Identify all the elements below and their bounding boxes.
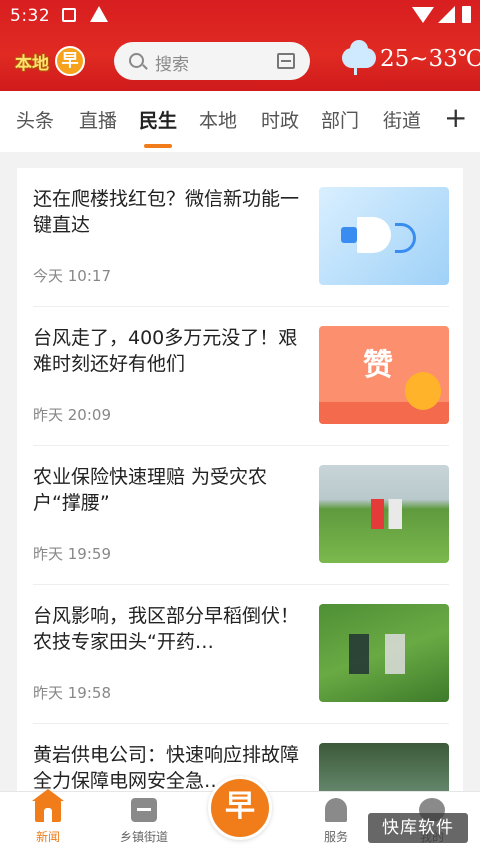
news-title: 还在爬楼找红包？微信新功能一键直达 — [33, 188, 300, 236]
news-title: 农业保险快速理赔 为受灾农户“撑腰” — [33, 466, 268, 514]
people-figures — [349, 634, 429, 674]
add-tab-icon[interactable]: + — [444, 101, 467, 134]
town-icon — [131, 798, 157, 822]
nav-town[interactable]: 乡镇街道 — [104, 798, 184, 845]
news-list: 还在爬楼找红包？微信新功能一键直达 今天 10:17 台风走了，400多万元没了… — [17, 168, 463, 808]
tab-local[interactable]: 本地 — [199, 106, 237, 133]
rain-drop-icon — [354, 68, 357, 75]
news-item[interactable]: 台风影响，我区部分早稻倒伏！农技专家田头“开药… 昨天 19:58 — [17, 585, 463, 724]
news-title: 台风走了，400多万元没了！艰难时刻还好有他们 — [33, 327, 298, 375]
tab-headlines[interactable]: 头条 — [16, 106, 54, 133]
field-experts-thumbnail — [319, 604, 449, 702]
tab-departments[interactable]: 部门 — [321, 106, 359, 133]
warning-icon — [90, 6, 108, 22]
news-time: 昨天 19:59 — [33, 545, 111, 563]
nav-news[interactable]: 新闻 — [8, 789, 88, 845]
active-tab-indicator — [144, 144, 172, 148]
channel-tabs: 头条 直播 民生 本地 时政 部门 街道 + — [0, 91, 480, 152]
megaphone-thumbnail — [319, 187, 449, 285]
bell-icon — [325, 798, 347, 822]
home-icon — [32, 789, 64, 822]
news-time: 今天 10:17 — [33, 267, 111, 285]
nav-service[interactable]: 服务 — [296, 798, 376, 845]
news-time: 昨天 20:09 — [33, 406, 111, 424]
center-morning-button[interactable]: 早 — [208, 776, 272, 840]
orange-mascot-icon — [405, 372, 441, 410]
tab-livelihood[interactable]: 民生 — [139, 106, 177, 133]
like-thumbnail: 赞 — [319, 326, 449, 424]
news-time: 昨天 19:58 — [33, 684, 111, 702]
news-item[interactable]: 农业保险快速理赔 为受灾农户“撑腰” 昨天 19:59 — [17, 446, 463, 585]
signal-icon — [438, 6, 455, 23]
logo-text: 本地 — [15, 54, 49, 74]
wifi-icon — [412, 7, 434, 23]
notification-icon — [62, 8, 76, 22]
news-item[interactable]: 还在爬楼找红包？微信新功能一键直达 今天 10:17 — [17, 168, 463, 307]
rice-field-thumbnail — [319, 465, 449, 563]
app-logo: 本地 早 — [15, 44, 85, 78]
rain-cloud-icon — [342, 40, 376, 68]
status-bar: 5:32 — [0, 0, 480, 32]
nav-news-label: 新闻 — [35, 830, 60, 844]
tab-live[interactable]: 直播 — [79, 106, 117, 133]
news-item[interactable]: 台风走了，400多万元没了！艰难时刻还好有他们 昨天 20:09 赞 — [17, 307, 463, 446]
battery-icon — [462, 6, 471, 23]
tab-streets[interactable]: 街道 — [383, 106, 421, 133]
scan-icon[interactable] — [277, 53, 295, 69]
nav-town-label: 乡镇街道 — [119, 830, 168, 844]
nav-service-label: 服务 — [323, 830, 348, 844]
tab-politics[interactable]: 时政 — [261, 106, 299, 133]
weather-temperature: 25~33℃ — [380, 46, 480, 72]
watermark: 快库软件 — [368, 813, 468, 843]
like-text: 赞 — [363, 348, 393, 383]
search-bar[interactable]: 搜索 — [114, 42, 310, 80]
status-time: 5:32 — [10, 6, 51, 26]
logo-badge: 早 — [55, 46, 85, 76]
search-placeholder: 搜索 — [155, 55, 189, 75]
people-figures — [371, 499, 415, 529]
megaphone-icon — [341, 217, 416, 253]
app-header: 5:32 本地 早 搜索 25~33℃ — [0, 0, 480, 91]
search-icon — [129, 53, 144, 68]
news-title: 台风影响，我区部分早稻倒伏！农技专家田头“开药… — [33, 605, 300, 653]
